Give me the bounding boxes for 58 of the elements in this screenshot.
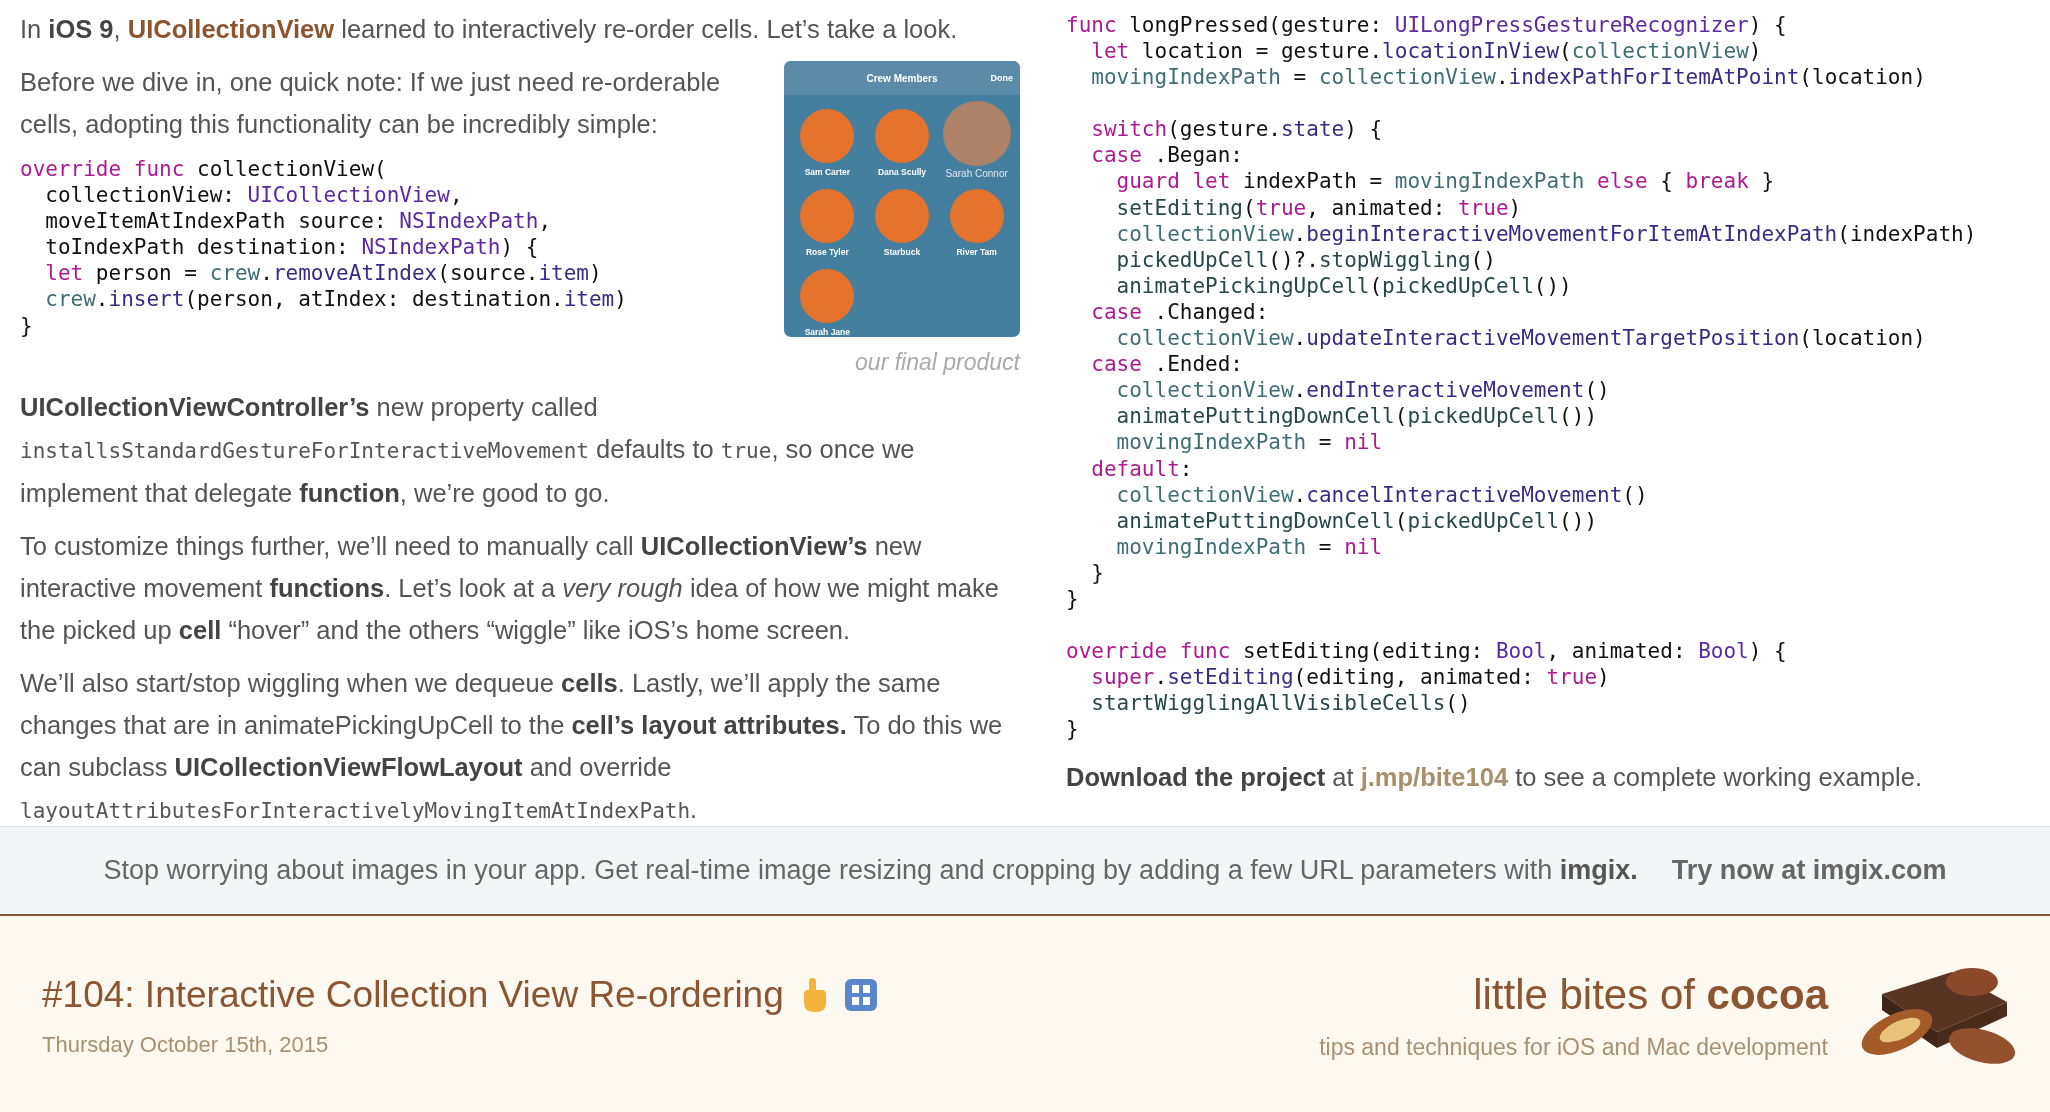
crew-name: River Tam (956, 246, 997, 259)
site-tagline: tips and techniques for iOS and Mac development (1319, 1033, 1828, 1063)
code-line: pickedUpCell()?.stopWiggling() (1115, 246, 1497, 273)
crew-name: Sam Carter (804, 166, 850, 179)
code-line: collectionView: UICollectionView, (44, 182, 464, 209)
code-line: collectionView.beginInteractiveMovementForItemAtIndexPath(indexPath) (1115, 220, 1978, 247)
code-line: toIndexPath destination: NSIndexPath) { (44, 234, 540, 261)
inline-link[interactable]: UICollectionView (127, 15, 335, 43)
code-line: } (1066, 716, 1080, 743)
try-now-link[interactable]: Try now at imgix.com (1671, 850, 1947, 891)
code-line: movingIndexPath = nil (1115, 429, 1384, 456)
intro-text: In iOS 9, UICollectionView learned to interactively re-order cells. Let’s take a look. (20, 14, 959, 45)
code-line: collectionView.updateInteractiveMovementTargetPosition(location) (1115, 325, 1927, 352)
code-line: } (1090, 559, 1105, 586)
code-line: super.setEditing(editing, animated: true) (1090, 664, 1611, 691)
code-line: } (1066, 585, 1080, 613)
number-keys-icon (843, 977, 878, 1012)
code-line: case .Began: (1090, 142, 1244, 169)
code-line: override func setEditing(editing: Bool, animated: Bool) { (1066, 638, 1788, 665)
crew-name: Starbuck (883, 246, 921, 259)
post-title: #104: Interactive Collection View Re-ordering (42, 972, 784, 1017)
code-line: switch(gesture.state) { (1090, 116, 1384, 143)
inline-link[interactable]: j.mp/bite104 (1360, 763, 1509, 792)
code-line: movingIndexPath = nil (1115, 533, 1384, 560)
code-line: case .Ended: (1090, 351, 1244, 378)
code-line: guard let indexPath = movingIndexPath else { break } (1115, 168, 1776, 195)
code-line: collectionView.cancelInteractiveMovement() (1115, 481, 1649, 508)
note-text: Before we dive in, one quick note: If we just need re-orderable cells, adopting this functionality can be incredibly simple: (20, 67, 722, 140)
crew-name: Sarah Connor (945, 167, 1008, 181)
code-line: moveItemAtIndexPath source: NSIndexPath, (44, 208, 553, 235)
code-line: let person = crew.removeAtIndex(source.item) (44, 260, 603, 287)
crew-name: Sarah Jane (804, 326, 850, 337)
download-note: Download the project at j.mp/bite104 to see a complete working example. (1066, 762, 1923, 794)
code-line: animatePuttingDownCell(pickedUpCell()) (1115, 403, 1599, 430)
crew-name: Rose Tyler (805, 246, 849, 259)
code-line: movingIndexPath = collectionView.indexPathForItemAtPoint(location) (1090, 64, 1927, 91)
code-line: startWigglingAllVisibleCells() (1090, 690, 1472, 717)
code-line: } (20, 312, 34, 339)
code-line: animatePickingUpCell(pickedUpCell()) (1115, 272, 1573, 299)
code-line: func longPressed(gesture: UILongPressGestureRecognizer) { (1066, 12, 1788, 39)
ad-text: Stop worrying about images in your app. Get real-time image resizing and cropping by adding a few URL parameters with imgix. (103, 854, 1638, 888)
body-paragraph: We’ll also start/stop wiggling when we dequeue cells. Lastly, we’ll apply the same changes that are in animatePickingUpCell to the cell’s layout attributes. To do this we can subclass UICollectionViewFlowLayout and override layoutAttributesForInteractivelyMovingItemAtIndexPath. (20, 667, 1004, 825)
done-button[interactable]: Done (990, 72, 1013, 86)
code-line: case .Changed: (1090, 298, 1270, 326)
code-line: animatePuttingDownCell(pickedUpCell()) (1115, 507, 1599, 534)
body-paragraph: To customize things further, we’ll need to manually call UICollectionView’s new interactive movement functions. Let’s look at a very rough idea of how we might make the picked up cell “hover” and the others “wiggle” like iOS’s home screen. (20, 530, 1000, 646)
screen-title: Crew Members (866, 71, 938, 86)
code-line: crew.insert(person, atIndex: destination.item) (44, 286, 628, 313)
code-line: override func collectionView( (20, 156, 388, 183)
code-line: default: (1090, 455, 1194, 482)
code-line: let location = gesture.locationInView(collectionView) (1090, 38, 1763, 65)
code-line: collectionView.endInteractiveMovement() (1115, 377, 1611, 404)
site-title: little bites of cocoa (1472, 970, 1828, 1021)
body-paragraph: UICollectionViewController’s new property called installsStandardGestureForInteractiveMovement defaults to true, so once we implement that delegate function, we’re good to go. (20, 391, 916, 509)
code-line: setEditing(true, animated: true) (1115, 194, 1523, 221)
crew-name: Dana Scully (877, 166, 927, 179)
post-date: Thursday October 15th, 2015 (42, 1031, 330, 1060)
figure-caption: our final product (854, 348, 1020, 377)
